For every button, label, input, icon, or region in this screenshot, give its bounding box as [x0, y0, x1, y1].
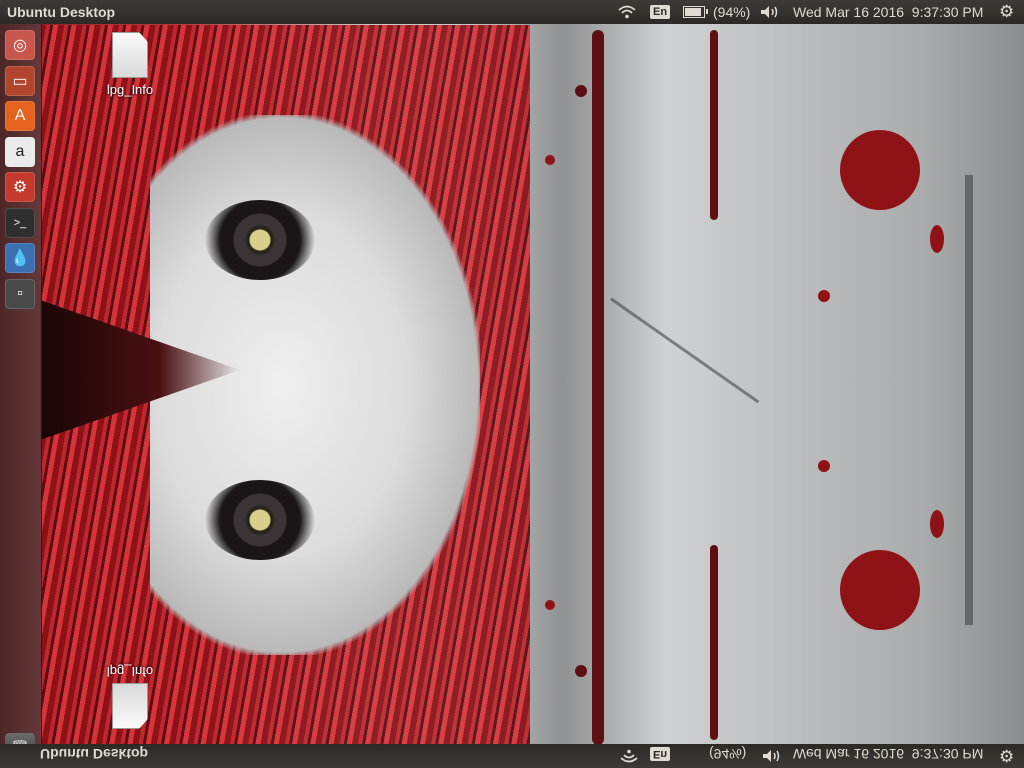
mirrored-wifi-icon [620, 746, 638, 763]
wallpaper-splat [840, 130, 920, 210]
mirrored-datetime: Wed Mar 16 2016 9:37:30 PM [793, 746, 984, 762]
battery-fill [685, 8, 701, 16]
desktop-file-label: lpg_Info [106, 82, 154, 97]
panel-title[interactable]: Ubuntu Desktop [7, 4, 115, 20]
mirrored-battery: (94%) [709, 746, 747, 762]
mirrored-gear-icon: ⚙ [999, 746, 1015, 765]
desktop-file-icon[interactable]: lpg_Info [100, 32, 160, 97]
software-center-icon[interactable]: A [5, 101, 35, 131]
mirrored-desktop-file-label: lpg_Info [106, 664, 154, 679]
wallpaper-drip [710, 545, 718, 740]
desktop-wallpaper [0, 0, 1024, 768]
wallpaper-splat [818, 460, 830, 472]
gear-icon: ⚙ [999, 2, 1015, 21]
input-method-badge: En [650, 5, 671, 19]
wifi-icon [618, 5, 636, 19]
session-indicator[interactable]: ⚙ [999, 0, 1014, 24]
wallpaper-crack [965, 175, 973, 625]
wallpaper-splat [840, 550, 920, 630]
wallpaper-splat [545, 155, 555, 165]
clock-indicator[interactable]: Wed Mar 16 2016 9:37:30 PM [793, 0, 983, 24]
wallpaper-eye-top [205, 200, 315, 280]
mirrored-input-method: En [650, 747, 671, 764]
wallpaper-splat [930, 510, 944, 538]
mirrored-volume-icon [762, 746, 782, 763]
unknown-app-icon[interactable]: ▫ [5, 278, 35, 309]
launcher: ◎ ▭ Aa ⚙ >_ 💧 ▫ [0, 24, 42, 746]
system-settings-icon[interactable]: ⚙ [5, 172, 35, 202]
wallpaper-crack [610, 297, 760, 404]
wifi-indicator[interactable] [618, 0, 636, 24]
volume-indicator[interactable] [760, 0, 780, 24]
top-panel: Ubuntu Desktop En (94%) Wed Mar 16 2016 … [0, 0, 1024, 24]
wallpaper-drip [575, 665, 587, 677]
wallpaper-drip [575, 85, 587, 97]
clock-datetime: Wed Mar 16 2016 9:37:30 PM [793, 4, 984, 20]
wallpaper-drip [710, 30, 718, 220]
input-method-indicator[interactable]: En [650, 0, 671, 24]
wallpaper-drip [592, 30, 604, 745]
wallpaper-splat [818, 290, 830, 302]
battery-icon [683, 6, 708, 18]
wallpaper-splat [930, 225, 944, 253]
wallpaper-face [150, 115, 480, 655]
wallpaper-splat [545, 600, 555, 610]
wallpaper-eye-bottom [205, 480, 315, 560]
battery-indicator[interactable]: (94%) [683, 0, 750, 24]
volume-icon [761, 6, 778, 18]
ubuntu-dash-icon[interactable]: ◎ [5, 30, 35, 60]
file-icon [112, 683, 148, 729]
mirrored-panel-title: Ubuntu Desktop [40, 746, 149, 762]
terminal-icon[interactable]: >_ [5, 207, 35, 238]
mirrored-bottom-panel: Ubuntu Desktop En (94%) Wed Mar 16 2016 … [0, 744, 1024, 768]
water-drop-icon[interactable]: 💧 [5, 243, 35, 273]
battery-percent: (94%) [713, 4, 751, 20]
files-icon[interactable]: ▭ [5, 65, 35, 96]
amazon-icon[interactable]: a [5, 136, 35, 167]
file-icon [112, 32, 148, 78]
mirrored-desktop-file-icon: lpg_Info [100, 664, 160, 729]
